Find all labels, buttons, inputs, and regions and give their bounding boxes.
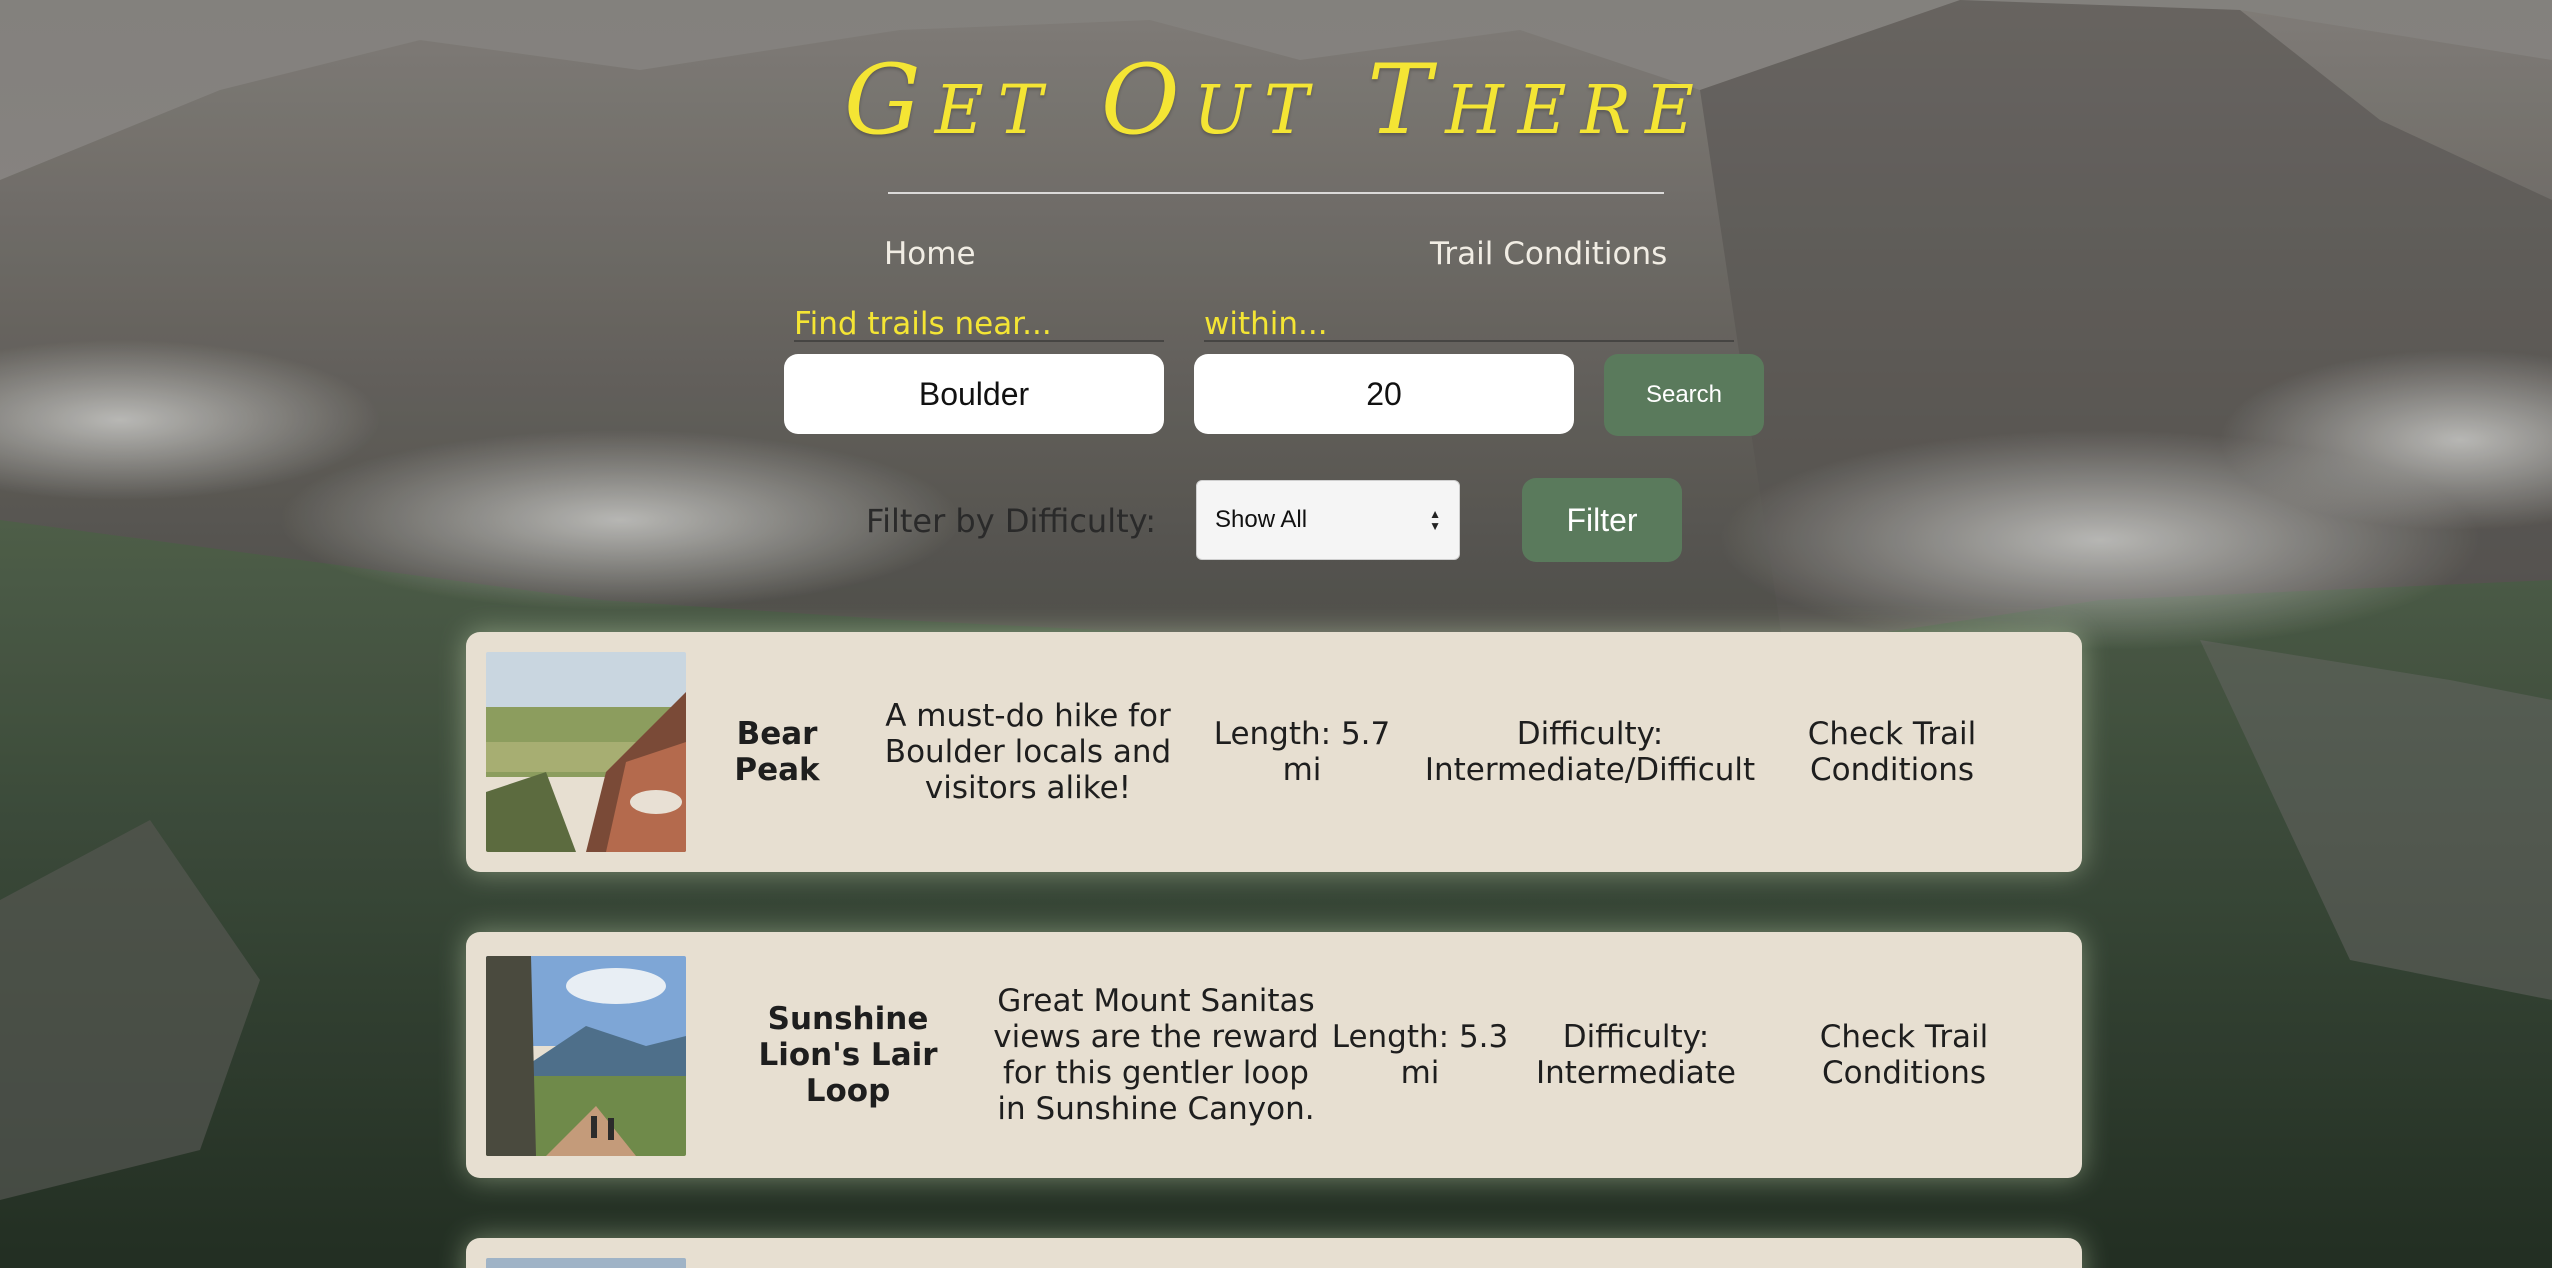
find-trails-near-label: Find trails near... bbox=[794, 306, 1052, 342]
nav-trail-conditions-link[interactable]: Trail Conditions bbox=[1430, 236, 1667, 272]
trail-thumbnail-image bbox=[486, 652, 686, 852]
title-divider bbox=[888, 192, 1664, 194]
trail-card: Sunshine Lion's Lair Loop Great Mount Sa… bbox=[466, 932, 2082, 1178]
trail-name: Bear Peak bbox=[734, 716, 820, 788]
trail-card bbox=[466, 1238, 2082, 1268]
site-title: Get Out There bbox=[844, 44, 1708, 156]
location-input[interactable] bbox=[784, 354, 1164, 434]
trail-length: Length: 5.7 mi bbox=[1213, 716, 1391, 788]
trail-length: Length: 5.3 mi bbox=[1331, 1019, 1509, 1091]
select-arrows-icon: ▲ ▼ bbox=[1429, 507, 1441, 533]
check-trail-conditions-link[interactable]: Check Trail Conditions bbox=[1792, 632, 1992, 872]
trail-description: Great Mount Sanitas views are the reward… bbox=[993, 983, 1319, 1127]
within-label: within... bbox=[1204, 306, 1328, 342]
distance-input[interactable] bbox=[1194, 354, 1574, 434]
trail-description: A must-do hike for Boulder locals and vi… bbox=[884, 698, 1172, 806]
trail-name: Sunshine Lion's Lair Loop bbox=[758, 1001, 938, 1109]
near-label-underline bbox=[794, 340, 1164, 342]
trail-card: Bear Peak A must-do hike for Boulder loc… bbox=[466, 632, 2082, 872]
filter-difficulty-label: Filter by Difficulty: bbox=[866, 502, 1157, 540]
search-button[interactable]: Search bbox=[1604, 354, 1764, 436]
trail-difficulty: Difficulty: Intermediate/Difficult bbox=[1424, 716, 1756, 788]
trail-thumbnail-image bbox=[486, 1258, 686, 1268]
within-label-underline bbox=[1204, 340, 1734, 342]
difficulty-select-value: Show All bbox=[1215, 506, 1308, 533]
check-trail-conditions-link[interactable]: Check Trail Conditions bbox=[1804, 932, 2004, 1178]
difficulty-select[interactable]: Show All ▲ ▼ bbox=[1196, 480, 1460, 560]
nav-home-link[interactable]: Home bbox=[884, 236, 976, 272]
trail-thumbnail-image bbox=[486, 956, 686, 1156]
filter-button[interactable]: Filter bbox=[1522, 478, 1682, 562]
trail-difficulty: Difficulty: Intermediate bbox=[1535, 1019, 1736, 1091]
